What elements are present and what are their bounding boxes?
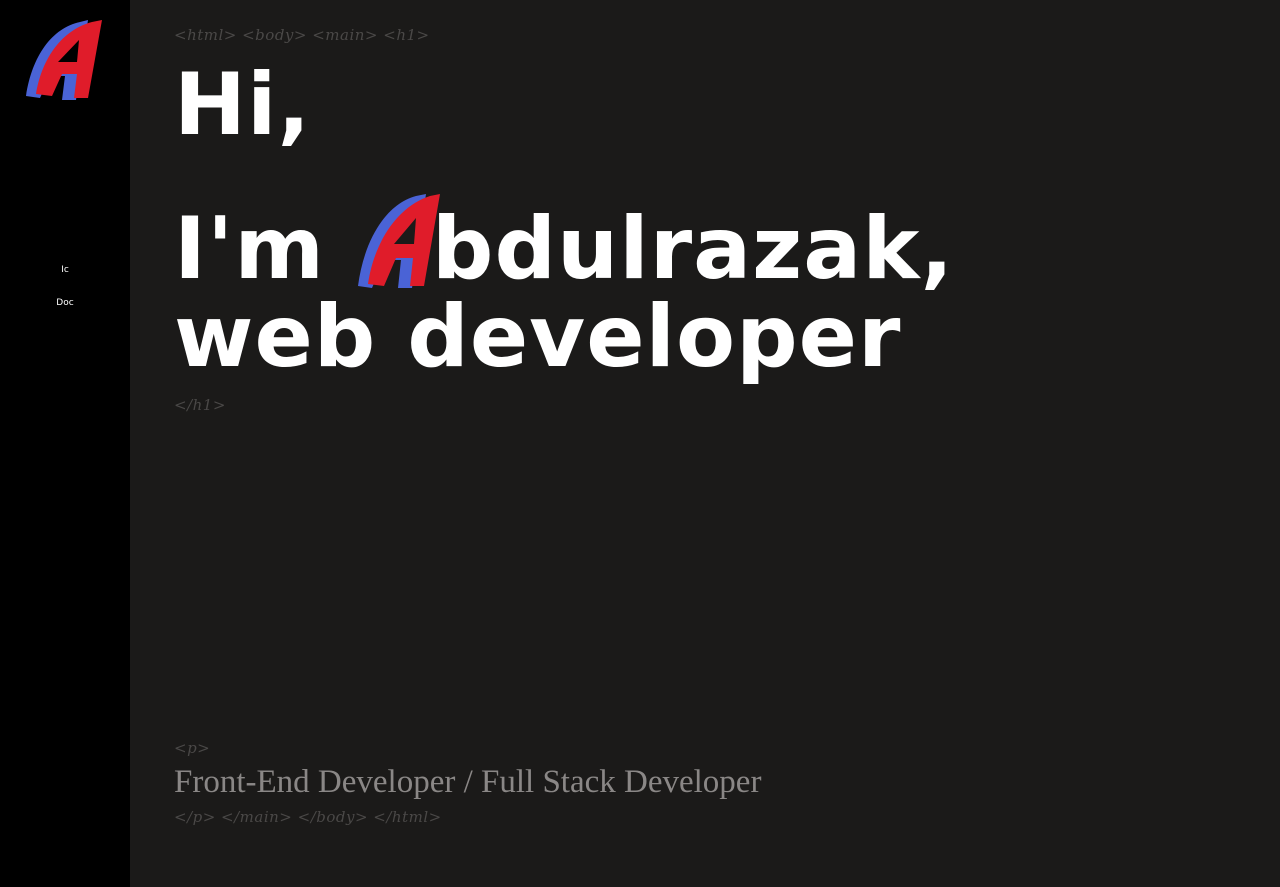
heading-prefix: I'm xyxy=(174,199,356,299)
main-content: <html> <body> <main> <h1> Hi, I'm bdulra… xyxy=(130,0,1280,887)
logo-a-icon[interactable] xyxy=(22,16,104,104)
close-tags: </p> </main> </body> </html> xyxy=(174,808,442,826)
heading-line-2: I'm bdulrazak, xyxy=(174,190,954,292)
inline-logo-a-icon xyxy=(357,194,440,288)
heading-name: bdulrazak, xyxy=(431,199,955,299)
nav-item-label: Doc xyxy=(56,298,74,308)
nav-item-home[interactable]: Ic xyxy=(0,264,130,276)
sidebar: Ic Doc xyxy=(0,0,130,887)
open-p-tag: <p> xyxy=(174,739,211,757)
subtitle: Front-End Developer / Full Stack Develop… xyxy=(174,764,762,800)
heading-line-1: Hi, xyxy=(174,55,312,155)
heading-line-3: web developer xyxy=(174,287,902,387)
nav-item-label: Ic xyxy=(61,265,69,275)
nav-item-about[interactable]: Doc xyxy=(0,297,130,309)
close-h1-tag: </h1> xyxy=(174,396,226,414)
open-tags: <html> <body> <main> <h1> xyxy=(174,26,430,44)
